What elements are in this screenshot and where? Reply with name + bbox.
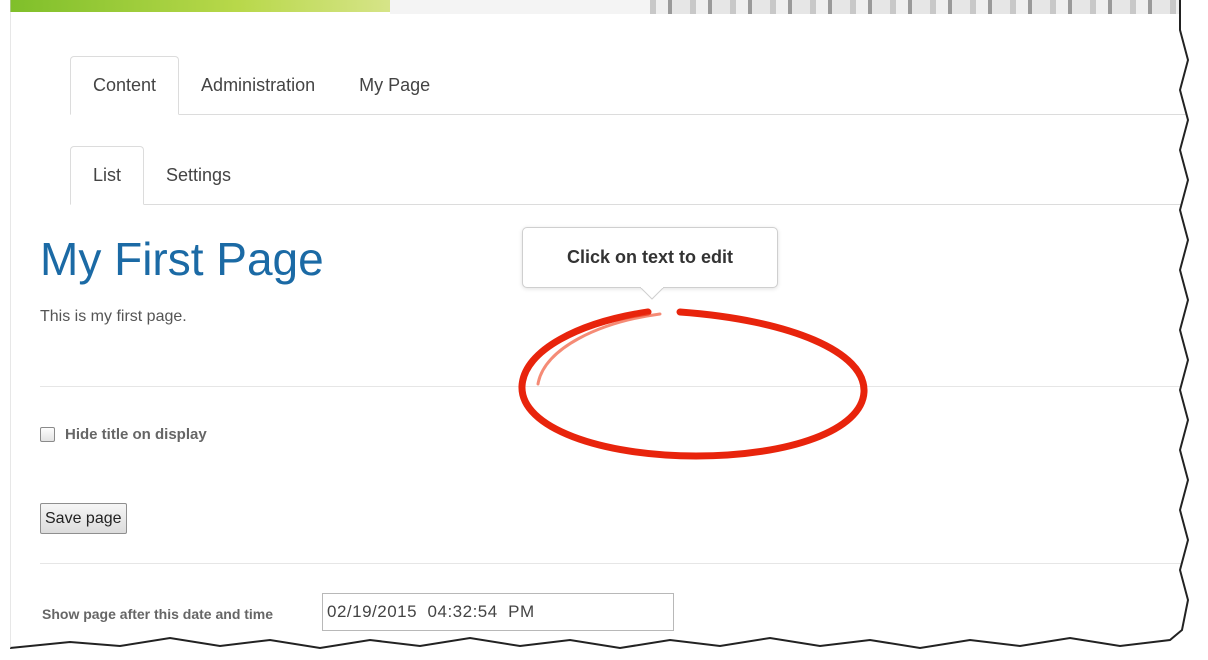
screenshot-page: Content Administration My Page List Sett… [10, 0, 1190, 652]
torn-paper-edge [10, 0, 1190, 652]
tab-content[interactable]: Content [70, 56, 180, 115]
tab-list[interactable]: List [70, 146, 145, 205]
